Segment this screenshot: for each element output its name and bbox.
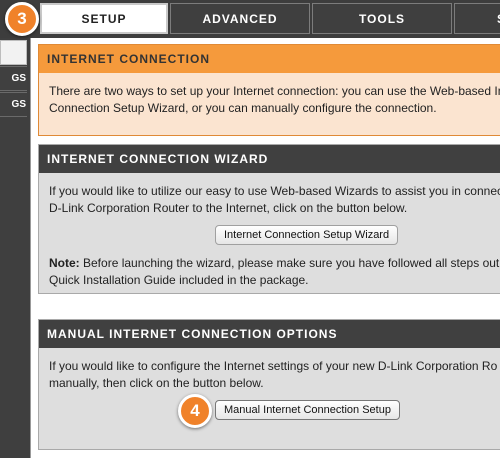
wizard-title: INTERNET CONNECTION WIZARD bbox=[39, 145, 500, 173]
note-line: Quick Installation Guide included in the… bbox=[49, 273, 309, 287]
note-label: Note: bbox=[49, 256, 80, 270]
sidebar-item-settings-2[interactable]: GS bbox=[0, 92, 27, 117]
tab-setup[interactable]: SETUP bbox=[40, 3, 168, 34]
tab-tools-label: TOOLS bbox=[358, 11, 406, 26]
internet-connection-setup-wizard-button[interactable]: Internet Connection Setup Wizard bbox=[215, 225, 399, 245]
manual-connection-description: If you would like to configure the Inter… bbox=[39, 348, 500, 392]
tab-advanced-label: ADVANCED bbox=[202, 11, 278, 26]
tab-advanced[interactable]: ADVANCED bbox=[170, 3, 310, 34]
internet-connection-description: There are two ways to set up your Intern… bbox=[39, 73, 500, 117]
sidebar-item-label: GS bbox=[11, 73, 26, 84]
step-4-callout: 4 bbox=[178, 394, 212, 428]
wizard-note: Note: Before launching the wizard, pleas… bbox=[39, 255, 500, 289]
step-3-callout: 3 bbox=[5, 2, 39, 36]
wizard-panel: INTERNET CONNECTION WIZARD If you would … bbox=[38, 144, 500, 294]
top-nav-bar: SETUP ADVANCED TOOLS S bbox=[0, 0, 500, 38]
description-line: D-Link Corporation Router to the Interne… bbox=[49, 201, 408, 215]
tab-status[interactable]: S bbox=[454, 3, 500, 34]
manual-connection-title: MANUAL INTERNET CONNECTION OPTIONS bbox=[39, 320, 500, 348]
description-line: There are two ways to set up your Intern… bbox=[49, 84, 500, 98]
tab-setup-label: SETUP bbox=[81, 11, 127, 26]
wizard-description: If you would like to utilize our easy to… bbox=[39, 173, 500, 217]
internet-connection-title: INTERNET CONNECTION bbox=[39, 45, 500, 73]
manual-internet-connection-setup-button[interactable]: Manual Internet Connection Setup bbox=[215, 400, 400, 420]
description-line: If you would like to utilize our easy to… bbox=[49, 184, 500, 198]
description-line: manually, then click on the button below… bbox=[49, 376, 264, 390]
sidebar-item-internet[interactable] bbox=[0, 40, 27, 65]
sidebar-item-label: GS bbox=[11, 99, 26, 110]
main-content: INTERNET CONNECTION There are two ways t… bbox=[30, 38, 500, 458]
description-line: If you would like to configure the Inter… bbox=[49, 359, 498, 373]
tab-tools[interactable]: TOOLS bbox=[312, 3, 452, 34]
description-line: Connection Setup Wizard, or you can manu… bbox=[49, 101, 437, 115]
note-text: Before launching the wizard, please make… bbox=[79, 256, 500, 270]
note-line: Note: Before launching the wizard, pleas… bbox=[49, 255, 500, 272]
sidebar-item-settings-1[interactable]: GS bbox=[0, 66, 27, 91]
manual-connection-panel: MANUAL INTERNET CONNECTION OPTIONS If yo… bbox=[38, 319, 500, 450]
internet-connection-panel: INTERNET CONNECTION There are two ways t… bbox=[38, 44, 500, 136]
